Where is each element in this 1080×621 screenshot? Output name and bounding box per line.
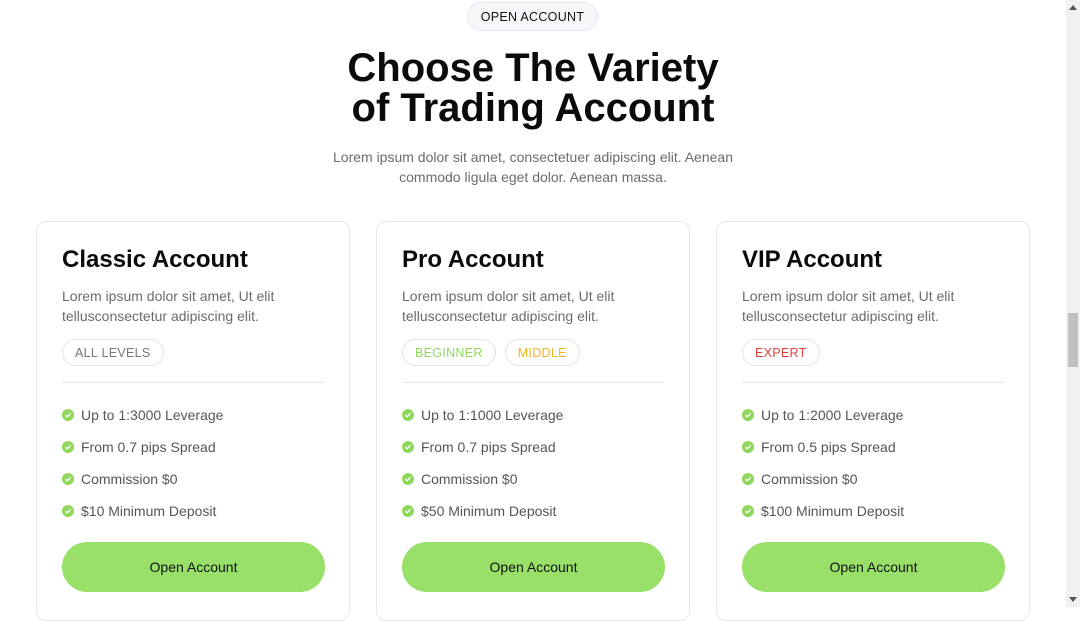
section-title-line1: Choose The Variety — [347, 46, 719, 90]
feature-list: Up to 1:2000 Leverage From 0.5 pips Spre… — [742, 399, 904, 527]
feature-item: From 0.7 pips Spread — [402, 431, 563, 463]
feature-item: $50 Minimum Deposit — [402, 495, 563, 527]
check-circle-icon — [402, 441, 414, 453]
open-account-button[interactable]: Open Account — [402, 542, 665, 592]
feature-item: Commission $0 — [402, 463, 563, 495]
scrollbar-thumb[interactable] — [1068, 313, 1078, 367]
check-circle-icon — [402, 473, 414, 485]
feature-item: $100 Minimum Deposit — [742, 495, 904, 527]
open-account-button[interactable]: Open Account — [742, 542, 1005, 592]
scroll-up-arrow-icon[interactable] — [1069, 5, 1077, 10]
feature-item: From 0.5 pips Spread — [742, 431, 904, 463]
card-description: Lorem ipsum dolor sit amet, Ut elit tell… — [402, 288, 615, 324]
check-circle-icon — [742, 505, 754, 517]
feature-item: From 0.7 pips Spread — [62, 431, 223, 463]
check-circle-icon — [402, 409, 414, 421]
check-circle-icon — [742, 409, 754, 421]
feature-text: Up to 1:3000 Leverage — [81, 407, 224, 423]
account-card-vip: VIP Account Lorem ipsum dolor sit amet, … — [716, 221, 1030, 621]
feature-list: Up to 1:3000 Leverage From 0.7 pips Spre… — [62, 399, 223, 527]
page: OPEN ACCOUNT Choose The Variety of Tradi… — [0, 0, 1066, 621]
card-description: Lorem ipsum dolor sit amet, Ut elit tell… — [742, 288, 955, 324]
feature-item: $10 Minimum Deposit — [62, 495, 223, 527]
level-tag: EXPERT — [742, 339, 820, 366]
card-divider — [742, 382, 1004, 383]
account-card-classic: Classic Account Lorem ipsum dolor sit am… — [36, 221, 350, 621]
level-tag: BEGINNER — [402, 339, 496, 366]
level-tag: MIDDLE — [504, 339, 580, 366]
feature-item: Up to 1:2000 Leverage — [742, 399, 904, 431]
card-divider — [62, 382, 324, 383]
feature-text: Commission $0 — [81, 471, 178, 487]
scroll-down-arrow-icon[interactable] — [1069, 597, 1077, 602]
open-account-button[interactable]: Open Account — [62, 542, 325, 592]
feature-list: Up to 1:1000 Leverage From 0.7 pips Spre… — [402, 399, 563, 527]
feature-item: Up to 1:3000 Leverage — [62, 399, 223, 431]
vertical-scrollbar[interactable] — [1066, 0, 1080, 607]
open-account-badge[interactable]: OPEN ACCOUNT — [467, 2, 598, 31]
feature-item: Up to 1:1000 Leverage — [402, 399, 563, 431]
feature-text: Up to 1:2000 Leverage — [761, 407, 904, 423]
card-tags: BEGINNER MIDDLE — [402, 339, 580, 366]
feature-item: Commission $0 — [742, 463, 904, 495]
check-circle-icon — [62, 473, 74, 485]
check-circle-icon — [62, 505, 74, 517]
card-description: Lorem ipsum dolor sit amet, Ut elit tell… — [62, 288, 275, 324]
card-title: Classic Account — [62, 246, 248, 273]
feature-text: $100 Minimum Deposit — [761, 503, 905, 519]
card-tags: ALL LEVELS — [62, 339, 164, 366]
check-circle-icon — [742, 473, 754, 485]
feature-text: Commission $0 — [761, 471, 858, 487]
check-circle-icon — [742, 441, 754, 453]
card-tags: EXPERT — [742, 339, 820, 366]
card-title: Pro Account — [402, 246, 544, 273]
feature-text: $50 Minimum Deposit — [421, 503, 557, 519]
feature-text: From 0.5 pips Spread — [761, 439, 896, 455]
card-divider — [402, 382, 664, 383]
section-subtitle: Lorem ipsum dolor sit amet, consectetuer… — [333, 149, 733, 185]
check-circle-icon — [62, 409, 74, 421]
feature-text: From 0.7 pips Spread — [81, 439, 216, 455]
level-tag: ALL LEVELS — [62, 339, 164, 366]
account-card-pro: Pro Account Lorem ipsum dolor sit amet, … — [376, 221, 690, 621]
feature-text: $10 Minimum Deposit — [81, 503, 217, 519]
check-circle-icon — [402, 505, 414, 517]
feature-text: From 0.7 pips Spread — [421, 439, 556, 455]
feature-text: Commission $0 — [421, 471, 518, 487]
feature-item: Commission $0 — [62, 463, 223, 495]
card-title: VIP Account — [742, 246, 883, 273]
feature-text: Up to 1:1000 Leverage — [421, 407, 564, 423]
check-circle-icon — [62, 441, 74, 453]
section-title: Choose The Variety of Trading Account — [283, 48, 783, 128]
section-title-line2: of Trading Account — [351, 86, 715, 130]
